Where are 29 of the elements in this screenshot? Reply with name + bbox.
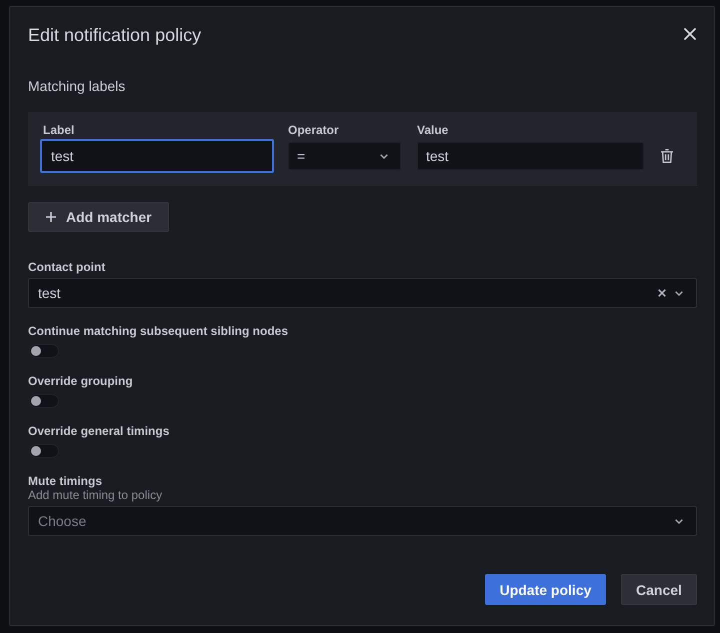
field-label: Override grouping bbox=[28, 374, 133, 388]
field-label: Mute timings bbox=[28, 474, 102, 488]
contact-point-select[interactable]: test bbox=[28, 278, 697, 308]
dialog-title: Edit notification policy bbox=[28, 26, 202, 44]
toggle-switch[interactable] bbox=[29, 344, 59, 358]
value-input[interactable]: test bbox=[417, 142, 644, 170]
field-label: Operator bbox=[288, 123, 339, 137]
close-icon[interactable] bbox=[684, 28, 696, 40]
field-label: Override general timings bbox=[28, 424, 170, 438]
toggle-switch[interactable] bbox=[29, 394, 59, 408]
submit-button[interactable]: Update policy bbox=[485, 574, 606, 605]
field-description: Add mute timing to policy bbox=[28, 488, 162, 502]
field-label: Label bbox=[43, 123, 74, 137]
field-label: Contact point bbox=[28, 260, 106, 274]
chevron-down-icon bbox=[380, 154, 388, 158]
trash-icon[interactable] bbox=[661, 149, 673, 163]
operator-select[interactable]: = bbox=[288, 142, 401, 170]
field-label: Continue matching subsequent sibling nodes bbox=[28, 324, 288, 338]
plus-icon bbox=[46, 212, 56, 222]
cancel-button[interactable]: Cancel bbox=[621, 574, 697, 605]
chevron-down-icon bbox=[675, 518, 683, 524]
chevron-down-icon bbox=[675, 290, 683, 296]
label-input[interactable]: test bbox=[40, 139, 274, 173]
field-label: Value bbox=[417, 123, 448, 137]
close-icon[interactable] bbox=[658, 289, 666, 297]
mute-timings-select[interactable]: Choose bbox=[28, 506, 697, 536]
section-heading: Matching labels bbox=[28, 78, 126, 94]
toggle-switch[interactable] bbox=[29, 444, 59, 458]
add-matcher-button[interactable]: Add matcher bbox=[28, 202, 169, 232]
